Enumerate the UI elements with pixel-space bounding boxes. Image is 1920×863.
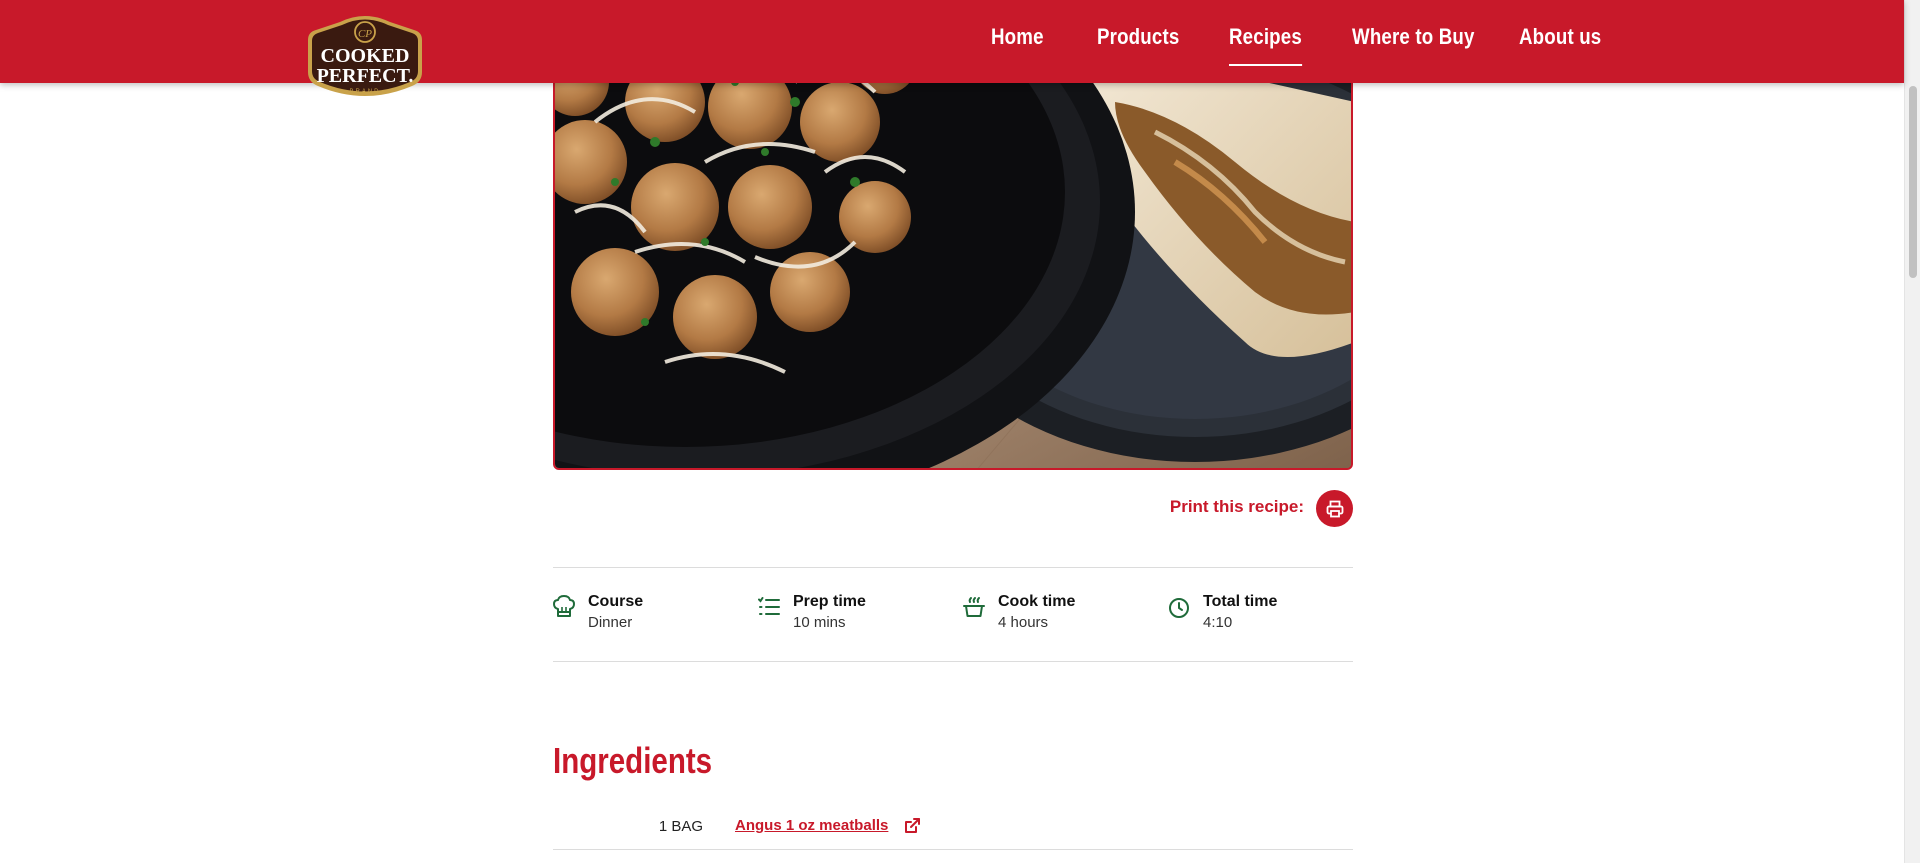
brand-logo[interactable]: CP COOKED PERFECT. BRAND	[300, 10, 430, 100]
svg-text:COOKED: COOKED	[321, 45, 410, 67]
external-link-icon[interactable]	[903, 817, 921, 835]
cooking-pot-icon	[963, 595, 985, 619]
ingredient-row: 1 BAG Angus 1 oz meatballs	[553, 810, 1353, 850]
page-scrollbar[interactable]	[1904, 0, 1920, 863]
meta-prep-time-value: 10 mins	[793, 614, 846, 631]
chef-hat-icon	[553, 595, 575, 619]
scrollbar-thumb[interactable]	[1909, 86, 1917, 278]
nav-recipes[interactable]: Recipes	[1229, 24, 1302, 66]
site-header: Home Products Recipes Where to Buy About…	[0, 0, 1904, 83]
svg-text:PERFECT.: PERFECT.	[317, 65, 414, 87]
meta-total-time-value: 4:10	[1203, 614, 1233, 631]
meta-course-label: Course	[588, 593, 644, 610]
meta-course-value: Dinner	[588, 614, 633, 631]
svg-text:BRAND: BRAND	[349, 89, 380, 95]
ingredients-heading: Ingredients	[553, 740, 713, 781]
meta-total-time-label: Total time	[1203, 593, 1278, 610]
nav-products[interactable]: Products	[1097, 24, 1179, 50]
clock-icon	[1168, 595, 1190, 619]
main-nav: Home Products Recipes Where to Buy About…	[0, 0, 1904, 83]
printer-icon	[1326, 500, 1344, 518]
meta-prep-time-label: Prep time	[793, 593, 866, 610]
svg-text:CP: CP	[358, 28, 372, 40]
list-icon	[758, 595, 780, 619]
recipe-hero-image	[553, 40, 1353, 470]
nav-about-us[interactable]: About us	[1519, 24, 1601, 50]
print-recipe-button[interactable]	[1316, 490, 1353, 527]
ingredient-product-link[interactable]: Angus 1 oz meatballs	[735, 817, 888, 834]
nav-where-to-buy[interactable]: Where to Buy	[1352, 24, 1475, 50]
print-recipe-label: Print this recipe:	[1169, 497, 1304, 516]
meta-cook-time-label: Cook time	[998, 593, 1076, 610]
recipe-meta: Course Dinner Prep time 10 mins Cook tim…	[553, 567, 1353, 662]
ingredient-quantity: 1 BAG	[658, 818, 703, 835]
nav-home[interactable]: Home	[991, 24, 1044, 50]
meta-cook-time-value: 4 hours	[998, 614, 1049, 631]
